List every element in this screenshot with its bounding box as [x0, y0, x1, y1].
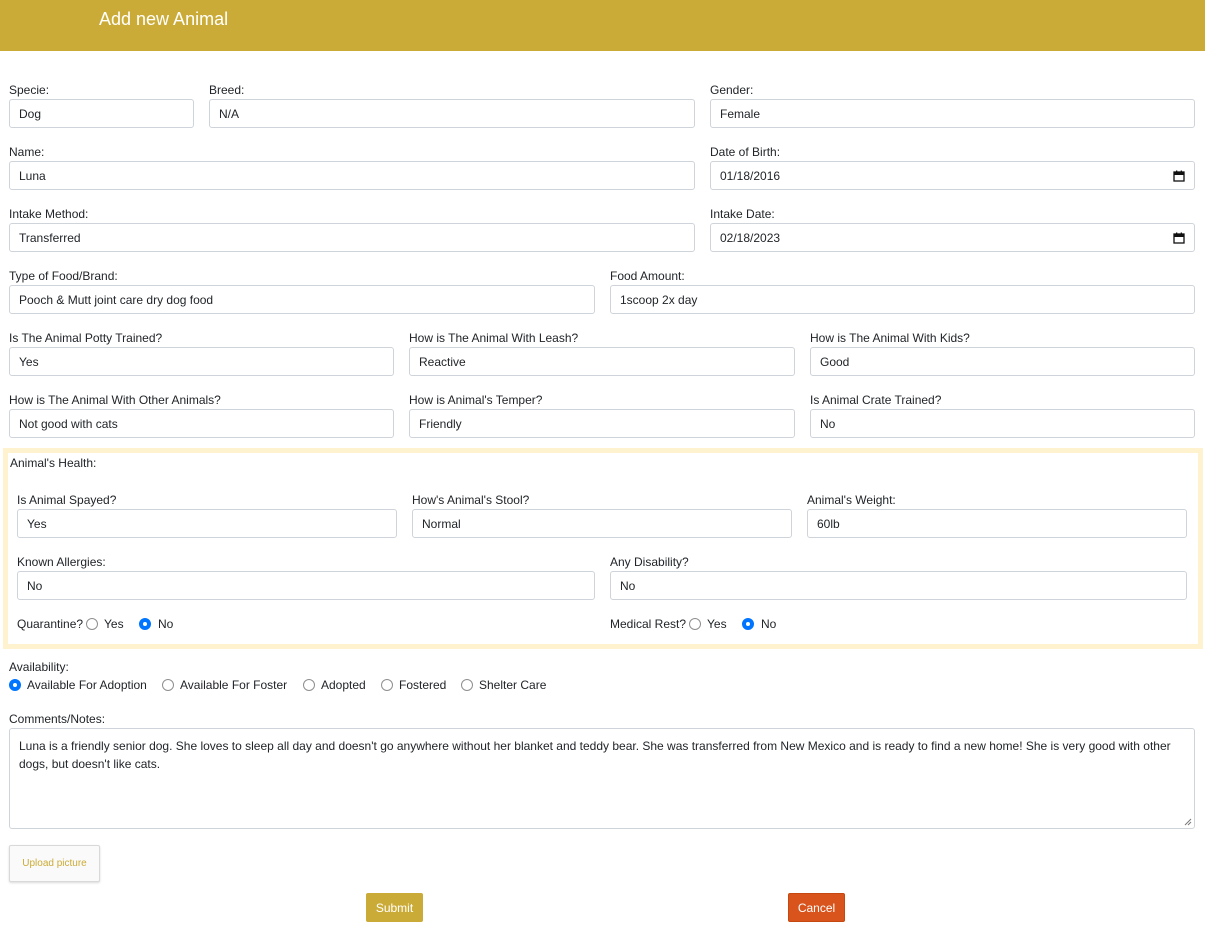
temper-input[interactable] — [409, 409, 795, 438]
availability-foster-radio[interactable] — [162, 679, 174, 691]
disability-label: Any Disability? — [610, 555, 689, 569]
quarantine-yes-label[interactable]: Yes — [104, 617, 124, 631]
comments-text: Luna is a friendly senior dog. She loves… — [19, 739, 1171, 771]
availability-adopted-radio[interactable] — [303, 679, 315, 691]
food-amount-input[interactable] — [610, 285, 1195, 314]
medical-rest-label: Medical Rest? — [610, 617, 687, 631]
weight-label: Animal's Weight: — [807, 493, 896, 507]
availability-label: Availability: — [9, 660, 69, 674]
comments-textarea[interactable]: Luna is a friendly senior dog. She loves… — [9, 728, 1195, 829]
potty-input[interactable] — [9, 347, 394, 376]
dob-input[interactable]: 01/18/2016 — [710, 161, 1195, 190]
resize-grip-icon[interactable] — [1184, 818, 1192, 826]
breed-label: Breed: — [209, 83, 245, 97]
food-type-label: Type of Food/Brand: — [9, 269, 118, 283]
quarantine-yes-radio[interactable] — [86, 618, 98, 630]
medical-rest-yes-label[interactable]: Yes — [707, 617, 727, 631]
specie-input[interactable] — [9, 99, 194, 128]
availability-adoption-label[interactable]: Available For Adoption — [27, 678, 147, 692]
calendar-icon[interactable] — [1173, 232, 1185, 244]
gender-label: Gender: — [710, 83, 754, 97]
dob-value: 01/18/2016 — [720, 168, 781, 183]
name-input[interactable] — [9, 161, 695, 190]
quarantine-no-label[interactable]: No — [158, 617, 173, 631]
food-amount-label: Food Amount: — [610, 269, 685, 283]
food-type-input[interactable] — [9, 285, 595, 314]
intake-method-input[interactable] — [9, 223, 695, 252]
cancel-button[interactable]: Cancel — [788, 893, 845, 922]
page-title: Add new Animal — [99, 9, 229, 29]
kids-input[interactable] — [810, 347, 1195, 376]
medical-rest-yes-radio[interactable] — [689, 618, 701, 630]
health-title: Animal's Health: — [10, 456, 97, 470]
availability-adopted-label[interactable]: Adopted — [321, 678, 366, 692]
availability-shelter-label[interactable]: Shelter Care — [479, 678, 546, 692]
leash-label: How is The Animal With Leash? — [409, 331, 579, 345]
availability-fostered-radio[interactable] — [381, 679, 393, 691]
comments-label: Comments/Notes: — [9, 712, 106, 726]
availability-fostered-label[interactable]: Fostered — [399, 678, 446, 692]
breed-input[interactable] — [209, 99, 695, 128]
availability-adoption-radio[interactable] — [9, 679, 21, 691]
quarantine-no-radio[interactable] — [139, 618, 151, 630]
stool-label: How's Animal's Stool? — [412, 493, 530, 507]
disability-input[interactable] — [610, 571, 1187, 600]
spayed-input[interactable] — [17, 509, 397, 538]
quarantine-label: Quarantine? — [17, 617, 84, 631]
kids-label: How is The Animal With Kids? — [810, 331, 970, 345]
other-animals-input[interactable] — [9, 409, 394, 438]
temper-label: How is Animal's Temper? — [409, 393, 543, 407]
crate-input[interactable] — [810, 409, 1195, 438]
availability-shelter-radio[interactable] — [461, 679, 473, 691]
calendar-icon[interactable] — [1173, 170, 1185, 182]
specie-label: Specie: — [9, 83, 50, 97]
weight-input[interactable] — [807, 509, 1187, 538]
upload-picture-button[interactable]: Upload picture — [9, 845, 100, 882]
stool-input[interactable] — [412, 509, 792, 538]
allergies-input[interactable] — [17, 571, 595, 600]
spayed-label: Is Animal Spayed? — [17, 493, 117, 507]
name-label: Name: — [9, 145, 45, 159]
allergies-label: Known Allergies: — [17, 555, 106, 569]
intake-date-label: Intake Date: — [710, 207, 775, 221]
intake-date-value: 02/18/2023 — [720, 230, 781, 245]
crate-label: Is Animal Crate Trained? — [810, 393, 942, 407]
medical-rest-no-radio[interactable] — [742, 618, 754, 630]
intake-method-label: Intake Method: — [9, 207, 89, 221]
submit-button[interactable]: Submit — [366, 893, 423, 922]
gender-input[interactable] — [710, 99, 1195, 128]
potty-label: Is The Animal Potty Trained? — [9, 331, 163, 345]
intake-date-input[interactable]: 02/18/2023 — [710, 223, 1195, 252]
page-header: Add new Animal — [0, 0, 1205, 51]
medical-rest-no-label[interactable]: No — [761, 617, 776, 631]
other-animals-label: How is The Animal With Other Animals? — [9, 393, 221, 407]
health-section — [3, 448, 1203, 649]
leash-input[interactable] — [409, 347, 795, 376]
dob-label: Date of Birth: — [710, 145, 781, 159]
availability-foster-label[interactable]: Available For Foster — [180, 678, 287, 692]
